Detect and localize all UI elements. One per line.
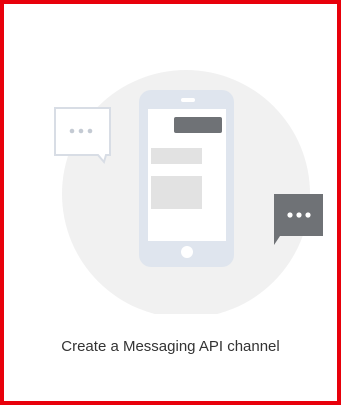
create-messaging-api-channel-card[interactable]: Create a Messaging API channel <box>0 0 341 405</box>
channel-illustration <box>54 70 323 314</box>
phone-icon <box>139 90 234 267</box>
card-label: Create a Messaging API channel <box>61 338 280 355</box>
chat-bubble-outline-icon <box>54 107 111 165</box>
